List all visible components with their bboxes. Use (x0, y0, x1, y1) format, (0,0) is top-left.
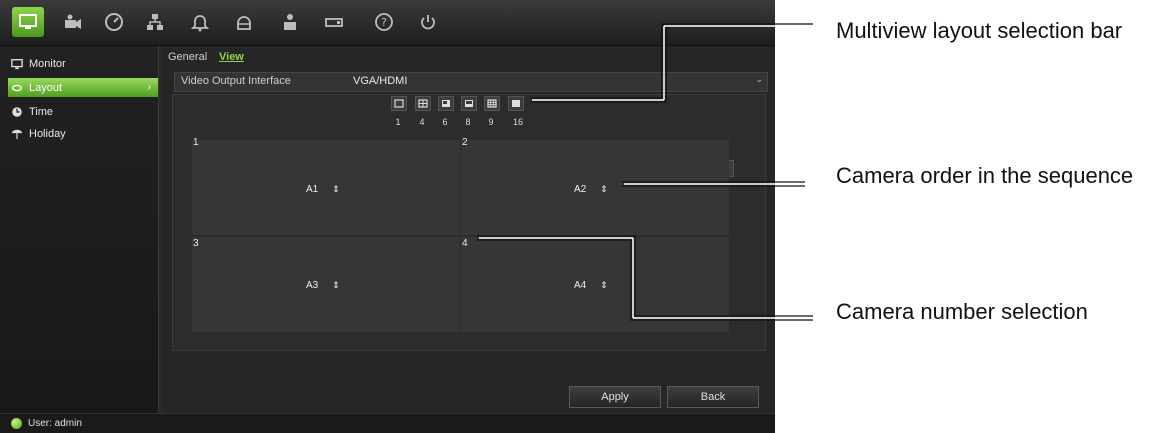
annotation-camera-order: Camera order in the sequence (836, 163, 1134, 188)
annotation-layout-bar: Multiview layout selection bar (836, 18, 1123, 43)
annotation-camera-number: Camera number selection (836, 299, 1088, 324)
callout-line-number-outer (477, 239, 813, 321)
callout-line-layout (530, 23, 813, 99)
callout-line-layout-outer (530, 27, 670, 103)
callout-lines (477, 23, 813, 321)
callout-line-number (477, 235, 813, 317)
